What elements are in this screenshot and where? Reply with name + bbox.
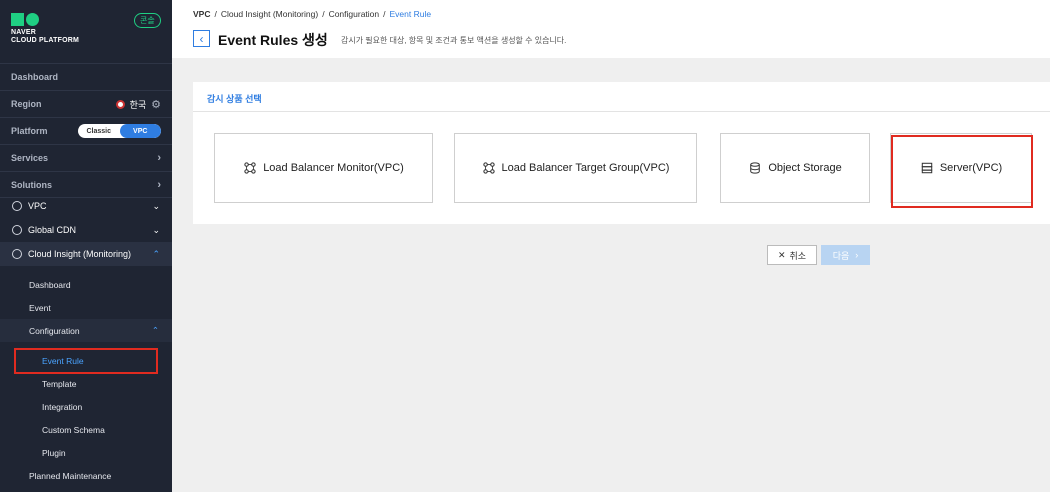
globe-icon	[12, 225, 22, 235]
product-label: Load Balancer Monitor(VPC)	[263, 162, 404, 174]
sub-event-label: Event	[29, 302, 51, 313]
product-object-storage[interactable]: Object Storage	[720, 133, 870, 203]
page-header: VPC / Cloud Insight (Monitoring) / Confi…	[172, 0, 1050, 58]
sidebar-services[interactable]: Services ›	[0, 144, 172, 171]
product-label: Object Storage	[768, 162, 842, 174]
service-vpc-label: VPC	[28, 201, 47, 211]
cloud-insight-icon	[12, 249, 22, 259]
sidebar-sub-dashboard[interactable]: Dashboard	[0, 273, 172, 296]
sidebar-dashboard[interactable]: Dashboard	[0, 63, 172, 90]
breadcrumb-event-rule: Event Rule	[389, 9, 432, 19]
region-label: Region	[11, 99, 42, 109]
sidebar-item-plugin[interactable]: Plugin	[0, 441, 172, 464]
cancel-button[interactable]: ✕ 취소	[767, 245, 817, 265]
sidebar-dashboard-label: Dashboard	[11, 72, 59, 82]
logo-text-line1: NAVER	[11, 29, 36, 36]
chevron-right-icon: ›	[157, 152, 161, 164]
network-icon	[482, 162, 495, 174]
sidebar-region[interactable]: Region 한국 ⚙	[0, 90, 172, 117]
service-ci-label: Cloud Insight (Monitoring)	[28, 249, 132, 259]
service-cdn-label: Global CDN	[28, 225, 77, 235]
chevron-up-icon: ⌃	[152, 248, 160, 259]
breadcrumb-configuration[interactable]: Configuration	[329, 9, 380, 19]
sidebar-service-vpc[interactable]: VPC ⌄	[0, 194, 172, 218]
sub-configuration-label: Configuration	[29, 325, 80, 336]
breadcrumb-vpc[interactable]: VPC	[193, 9, 210, 19]
breadcrumb-separator: /	[383, 9, 386, 19]
card-title: 감시 상품 선택	[207, 94, 262, 104]
sidebar-item-template[interactable]: Template	[0, 372, 172, 395]
planned-maintenance-label: Planned Maintenance	[29, 470, 112, 481]
sidebar-sub-configuration[interactable]: Configuration ⌃	[0, 319, 172, 342]
logo-mark	[11, 13, 79, 26]
integration-label: Integration	[42, 401, 83, 412]
highlight-box	[14, 348, 158, 374]
vpc-icon	[12, 201, 22, 211]
gear-icon[interactable]: ⚙	[151, 98, 161, 111]
breadcrumb-separator: /	[322, 9, 325, 19]
breadcrumb-cloud-insight[interactable]: Cloud Insight (Monitoring)	[221, 9, 318, 19]
breadcrumb-separator: /	[214, 9, 217, 19]
page-description: 감시가 필요한 대상, 항목 및 조건과 통보 액션을 생성할 수 있습니다.	[341, 36, 567, 45]
sidebar-sub-planned-maintenance[interactable]: Planned Maintenance	[0, 464, 172, 487]
template-label: Template	[42, 378, 77, 389]
main-content: VPC / Cloud Insight (Monitoring) / Confi…	[172, 0, 1050, 492]
platform-classic-option[interactable]: Classic	[78, 124, 120, 138]
chevron-down-icon: ⌄	[152, 200, 160, 211]
sidebar-platform: Platform Classic VPC	[0, 117, 172, 144]
solutions-label: Solutions	[11, 179, 52, 190]
product-load-balancer-monitor[interactable]: Load Balancer Monitor(VPC)	[214, 133, 433, 203]
divider	[193, 111, 1050, 112]
platform-toggle[interactable]: Classic VPC	[78, 124, 161, 138]
chevron-right-icon: ›	[855, 250, 859, 260]
sidebar-service-global-cdn[interactable]: Global CDN ⌄	[0, 218, 172, 242]
plugin-label: Plugin	[42, 447, 66, 458]
chevron-down-icon: ⌄	[152, 224, 160, 235]
close-icon: ✕	[777, 249, 786, 260]
product-label: Load Balancer Target Group(VPC)	[501, 162, 670, 174]
console-badge[interactable]: 콘솔	[134, 13, 161, 28]
network-icon	[244, 162, 256, 174]
next-button[interactable]: 다음 ›	[821, 245, 870, 265]
database-icon	[750, 162, 761, 174]
custom-schema-label: Custom Schema	[42, 424, 105, 435]
product-load-balancer-target-group[interactable]: Load Balancer Target Group(VPC)	[454, 133, 697, 203]
chevron-left-icon: ‹	[199, 31, 204, 46]
back-button[interactable]: ‹	[193, 30, 210, 47]
sidebar-sub-event[interactable]: Event	[0, 296, 172, 319]
breadcrumb: VPC / Cloud Insight (Monitoring) / Confi…	[193, 9, 431, 19]
sidebar-item-integration[interactable]: Integration	[0, 395, 172, 418]
platform-label: Platform	[11, 126, 48, 136]
cancel-label: 취소	[789, 250, 807, 261]
services-label: Services	[11, 153, 49, 163]
sidebar-service-cloud-insight[interactable]: Cloud Insight (Monitoring) ⌃	[0, 242, 172, 266]
logo-text-line2: CLOUD PLATFORM	[11, 37, 79, 44]
logo[interactable]: NAVER CLOUD PLATFORM	[11, 13, 79, 45]
highlight-box	[891, 135, 1033, 208]
chevron-up-icon: ⌃	[151, 325, 159, 335]
chevron-right-icon: ›	[157, 178, 161, 191]
platform-vpc-option[interactable]: VPC	[119, 124, 161, 138]
sidebar-item-custom-schema[interactable]: Custom Schema	[0, 418, 172, 441]
sidebar: NAVER CLOUD PLATFORM 콘솔 Dashboard Region…	[0, 0, 172, 492]
page-title: Event Rules 생성	[218, 32, 328, 48]
region-value: 한국	[129, 99, 147, 110]
sub-dashboard-label: Dashboard	[29, 279, 71, 290]
korea-flag-icon	[115, 99, 125, 109]
next-label: 다음	[832, 250, 850, 261]
